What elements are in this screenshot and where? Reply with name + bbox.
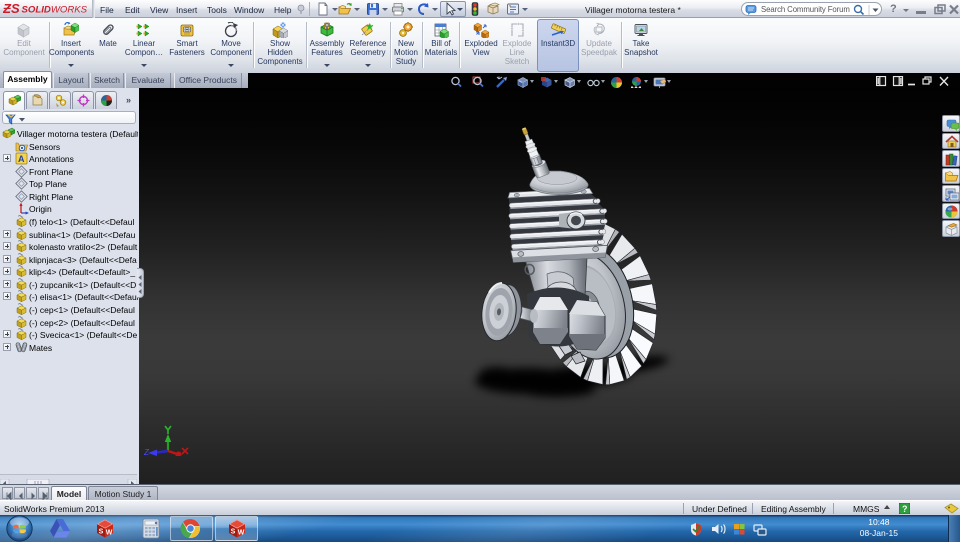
- svg-text:S: S: [99, 529, 104, 536]
- svg-text:W: W: [238, 530, 245, 537]
- svg-text:SOLIDWORKS: SOLIDWORKS: [22, 5, 88, 16]
- svg-text:?: ?: [902, 504, 908, 514]
- svg-text:Z: Z: [144, 448, 150, 456]
- svg-text:A: A: [18, 154, 25, 164]
- svg-text:Search Community Forum: Search Community Forum: [761, 5, 850, 14]
- svg-text:ƵS: ƵS: [3, 2, 20, 16]
- svg-text:W: W: [106, 530, 113, 537]
- svg-text:S: S: [231, 529, 236, 536]
